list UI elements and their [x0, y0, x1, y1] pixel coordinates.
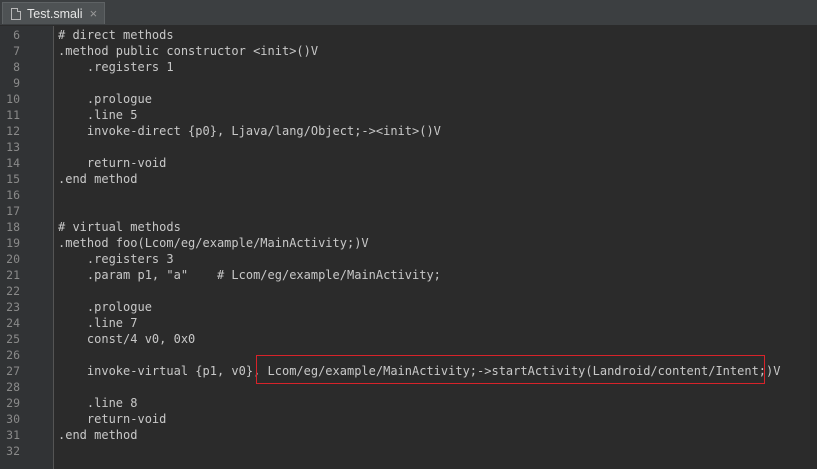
code-line: 18 # virtual methods	[0, 219, 817, 235]
code-line: 6 # direct methods	[0, 27, 817, 43]
line-number: 16	[6, 188, 20, 202]
code-line: 31 .end method	[0, 427, 817, 443]
tab-test-smali[interactable]: Test.smali ×	[2, 2, 105, 24]
code-text: .registers 3	[58, 252, 174, 266]
line-number: 17	[6, 204, 20, 218]
code-line: 12 invoke-direct {p0}, Ljava/lang/Object…	[0, 123, 817, 139]
code-line: 22	[0, 283, 817, 299]
code-line: 8 .registers 1	[0, 59, 817, 75]
code-line: 32	[0, 443, 817, 459]
code-text: .line 7	[58, 316, 138, 330]
code-text: const/4 v0, 0x0	[58, 332, 196, 346]
line-number: 32	[6, 444, 20, 458]
line-number: 15	[6, 172, 20, 186]
code-line: 9	[0, 75, 817, 91]
code-line: 24 .line 7	[0, 315, 817, 331]
line-number: 28	[6, 380, 20, 394]
code-text: .line 5	[58, 108, 138, 122]
line-number: 23	[6, 300, 20, 314]
code-text: .line 8	[58, 396, 138, 410]
code-line: 21 .param p1, "a" # Lcom/eg/example/Main…	[0, 267, 817, 283]
code-text: .end method	[58, 172, 138, 186]
code-text: # direct methods	[58, 28, 174, 42]
code-text: # virtual methods	[58, 220, 181, 234]
code-text: return-void	[58, 156, 167, 170]
line-number: 20	[6, 252, 20, 266]
editor-tab-bar: Test.smali ×	[0, 0, 817, 26]
code-text: return-void	[58, 412, 167, 426]
code-text: .param p1, "a" # Lcom/eg/example/MainAct…	[58, 268, 441, 282]
code-line: 11 .line 5	[0, 107, 817, 123]
line-number: 6	[13, 28, 20, 42]
line-number: 10	[6, 92, 20, 106]
line-number: 30	[6, 412, 20, 426]
file-icon	[11, 7, 21, 20]
line-number: 27	[6, 364, 20, 378]
code-line: 7 .method public constructor <init>()V	[0, 43, 817, 59]
code-line: 17	[0, 203, 817, 219]
code-line: 25 const/4 v0, 0x0	[0, 331, 817, 347]
code-line: 28	[0, 379, 817, 395]
code-line: 16	[0, 187, 817, 203]
code-text: .method foo(Lcom/eg/example/MainActivity…	[58, 236, 369, 250]
code-text: .registers 1	[58, 60, 174, 74]
code-text: .prologue	[58, 300, 152, 314]
line-number: 14	[6, 156, 20, 170]
line-number: 12	[6, 124, 20, 138]
line-number: 25	[6, 332, 20, 346]
line-number: 29	[6, 396, 20, 410]
line-number: 7	[13, 44, 20, 58]
line-number: 11	[6, 108, 20, 122]
code-line: 29 .line 8	[0, 395, 817, 411]
code-text: .method public constructor <init>()V	[58, 44, 319, 58]
code-line: 20 .registers 3	[0, 251, 817, 267]
code-line: 23 .prologue	[0, 299, 817, 315]
code-line: 13	[0, 139, 817, 155]
code-editor[interactable]: 6 # direct methods 7 .method public constru…	[0, 26, 817, 469]
line-number: 21	[6, 268, 20, 282]
code-line: 15 .end method	[0, 171, 817, 187]
line-number: 26	[6, 348, 20, 362]
code-line: 30 return-void	[0, 411, 817, 427]
line-number: 22	[6, 284, 20, 298]
line-number: 18	[6, 220, 20, 234]
code-text: invoke-virtual {p1, v0}, Lcom/eg/example…	[58, 364, 781, 378]
code-text: .prologue	[58, 92, 152, 106]
tab-title: Test.smali	[27, 6, 83, 21]
code-line: 26	[0, 347, 817, 363]
line-number: 24	[6, 316, 20, 330]
close-icon[interactable]: ×	[90, 6, 98, 21]
line-number: 31	[6, 428, 20, 442]
code-line: 10 .prologue	[0, 91, 817, 107]
code-line: 27 invoke-virtual {p1, v0}, Lcom/eg/exam…	[0, 363, 817, 379]
line-number: 9	[13, 76, 20, 90]
code-text: .end method	[58, 428, 138, 442]
code-line: 14 return-void	[0, 155, 817, 171]
code-line: 19 .method foo(Lcom/eg/example/MainActivi…	[0, 235, 817, 251]
line-number: 19	[6, 236, 20, 250]
line-number: 13	[6, 140, 20, 154]
code-text: invoke-direct {p0}, Ljava/lang/Object;->…	[58, 124, 441, 138]
line-number: 8	[13, 60, 20, 74]
